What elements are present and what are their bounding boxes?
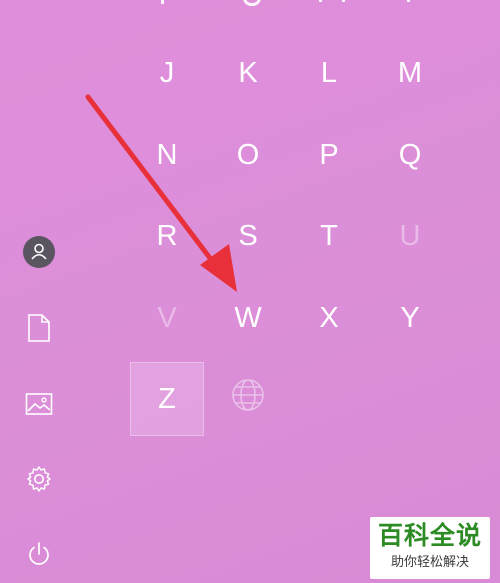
letter-tile-y[interactable]: Y (373, 281, 447, 355)
letter-tile-z[interactable]: Z (130, 362, 204, 436)
user-account-button[interactable] (20, 233, 58, 271)
user-avatar-icon (23, 236, 55, 268)
settings-gear-icon (27, 466, 51, 492)
letter-tile-x[interactable]: X (292, 281, 366, 355)
pictures-icon (25, 393, 53, 415)
document-icon (28, 314, 50, 342)
documents-button[interactable] (20, 309, 58, 347)
watermark-title: 百科全说 (377, 522, 482, 550)
start-menu-alphabet-view: JKLM NOPQ RSTU V WXY Z 百科全说 助你轻松解决 (0, 0, 500, 583)
letter-tile-w[interactable]: W (211, 281, 285, 355)
letter-tile-v: V (157, 301, 177, 334)
watermark-badge: 百科全说 助你轻松解决 (370, 517, 490, 579)
letter-tile-n[interactable]: N (130, 118, 204, 192)
watermark-subtitle: 助你轻松解决 (390, 554, 469, 569)
letter-tile-o[interactable]: O (211, 118, 285, 192)
letter-tile-q[interactable]: Q (373, 118, 447, 192)
globe-letter-tile (211, 362, 285, 436)
letter-tile-r[interactable]: R (130, 199, 204, 273)
letter-tile-s[interactable]: S (211, 199, 285, 273)
letter-tile-l[interactable]: L (292, 36, 366, 110)
power-icon (29, 542, 49, 565)
pictures-button[interactable] (20, 385, 58, 423)
letter-tile-j[interactable]: J (130, 36, 204, 110)
letter-tile-p[interactable]: P (292, 118, 366, 192)
globe-icon (230, 377, 266, 421)
settings-button[interactable] (20, 460, 58, 498)
letter-tile-u: U (399, 219, 421, 252)
letter-tile-m[interactable]: M (373, 36, 447, 110)
letter-tile-t[interactable]: T (292, 199, 366, 273)
letter-tile-k[interactable]: K (211, 36, 285, 110)
power-button[interactable] (20, 535, 58, 573)
